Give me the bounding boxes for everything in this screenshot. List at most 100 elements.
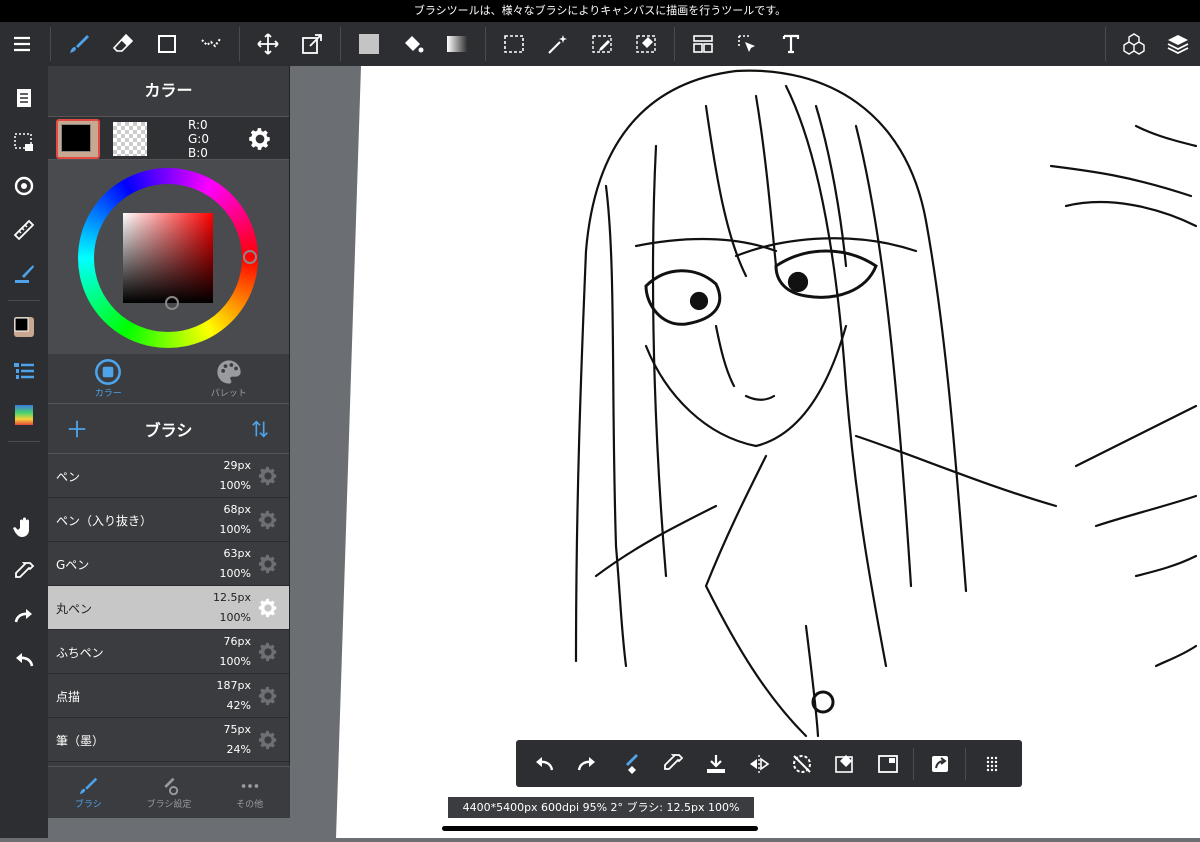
gradient-icon[interactable] <box>435 22 479 66</box>
flip-icon[interactable] <box>737 740 780 787</box>
tab-brush[interactable]: ブラシ <box>48 767 129 818</box>
menu-icon[interactable] <box>0 22 44 66</box>
brush-size: 187px <box>216 679 252 692</box>
select-eraser-icon[interactable] <box>823 740 866 787</box>
redo-icon[interactable] <box>565 740 608 787</box>
window-icon[interactable] <box>866 740 909 787</box>
tab-brush-label: ブラシ <box>74 800 102 810</box>
move-icon[interactable] <box>246 22 290 66</box>
undo-icon[interactable] <box>0 638 48 682</box>
palette-bar-icon[interactable] <box>0 393 48 437</box>
eraser-icon[interactable] <box>101 22 145 66</box>
brush-list-item[interactable]: Gペン 63px 100% <box>48 542 289 586</box>
add-brush-icon[interactable] <box>66 418 88 440</box>
brush-name: 筆（墨） <box>56 734 105 748</box>
brush-list-item[interactable]: 丸ペン 12.5px 100% <box>48 586 289 630</box>
bucket-icon[interactable] <box>391 22 435 66</box>
brush-list-item[interactable]: ペン 29px 100% <box>48 454 289 498</box>
redo-icon[interactable] <box>0 594 48 638</box>
select-move-icon[interactable] <box>725 22 769 66</box>
brush-gear-icon[interactable] <box>257 597 279 619</box>
divider <box>8 441 40 442</box>
brush-opacity: 100% <box>219 611 251 624</box>
tab-brush-settings[interactable]: ブラシ設定 <box>129 767 210 818</box>
rectangle-icon[interactable] <box>145 22 189 66</box>
eyedropper-icon[interactable] <box>0 550 48 594</box>
brush-size: 68px <box>223 503 252 516</box>
home-indicator[interactable] <box>442 826 758 831</box>
status-tip: ブラシツールは、様々なブラシによりキャンバスに描画を行うツールです。 <box>0 0 1200 22</box>
brush-opacity: 100% <box>219 523 251 536</box>
ruler-icon[interactable] <box>0 208 48 252</box>
eyedropper-icon[interactable] <box>651 740 694 787</box>
download-icon[interactable] <box>694 740 737 787</box>
divider <box>965 747 966 780</box>
divider <box>485 27 486 61</box>
divider <box>239 27 240 61</box>
transparent-swatch[interactable] <box>113 122 147 156</box>
sv-handle[interactable] <box>165 296 179 310</box>
brush-settings-icon <box>164 777 179 796</box>
brush-name: Gペン <box>56 558 90 572</box>
brush-gear-icon[interactable] <box>257 553 279 575</box>
brush-size: 76px <box>223 635 252 648</box>
drawing-canvas[interactable] <box>336 66 1200 838</box>
select-pen-icon[interactable] <box>580 22 624 66</box>
brush-gear-icon[interactable] <box>257 685 279 707</box>
fill-color-icon[interactable] <box>347 22 391 66</box>
brush-name: ふちペン <box>56 646 104 660</box>
hand-icon[interactable] <box>0 506 48 550</box>
brush-list-item[interactable]: 点描 187px 42% <box>48 674 289 718</box>
color-tab-icon <box>95 359 122 385</box>
brush-gear-icon[interactable] <box>257 509 279 531</box>
floating-toolbar <box>516 740 1022 787</box>
select-eraser-icon[interactable] <box>624 22 668 66</box>
rotate-reset-icon[interactable] <box>780 740 823 787</box>
brush-opacity: 100% <box>219 655 251 668</box>
layers-icon[interactable] <box>1156 22 1200 66</box>
brush-gear-icon[interactable] <box>257 729 279 751</box>
undo-icon[interactable] <box>522 740 565 787</box>
transform-icon[interactable] <box>290 22 334 66</box>
divider <box>913 747 914 780</box>
share-icon[interactable] <box>918 740 961 787</box>
brush-list-icon[interactable] <box>0 349 48 393</box>
brush-name: ペン（入り抜き） <box>56 514 153 528</box>
brush-opacity: 42% <box>226 699 251 712</box>
selection-icon[interactable] <box>0 120 48 164</box>
tab-color[interactable]: カラー <box>48 354 169 403</box>
select-rect-icon[interactable] <box>492 22 536 66</box>
magic-wand-icon[interactable] <box>536 22 580 66</box>
panel-layout-icon[interactable] <box>681 22 725 66</box>
brush-size: 63px <box>223 547 252 560</box>
brush-list-item[interactable]: ふちペン 76px 100% <box>48 630 289 674</box>
hue-handle[interactable] <box>243 250 257 264</box>
3d-icon[interactable] <box>1112 22 1156 66</box>
tab-palette[interactable]: パレット <box>169 354 290 403</box>
saturation-value-square[interactable] <box>123 213 213 303</box>
tab-color-label: カラー <box>94 389 122 399</box>
brush-gear-icon[interactable] <box>257 641 279 663</box>
brush-list-item[interactable]: 筆（墨） 75px 24% <box>48 718 289 762</box>
divider <box>50 27 51 61</box>
text-icon[interactable] <box>769 22 813 66</box>
color-row: R:0 G:0 B:0 <box>48 116 289 160</box>
brush-list-item[interactable]: ペン（入り抜き） 68px 100% <box>48 498 289 542</box>
tab-other[interactable]: その他 <box>209 767 290 818</box>
snap-brush-icon[interactable] <box>0 252 48 296</box>
brush-opacity: 100% <box>219 567 251 580</box>
brush-list: ペン 29px 100% ペン（入り抜き） 68px 100% Gペン 63px 100% 丸ペン… <box>48 454 289 762</box>
brush-eraser-toggle-icon[interactable] <box>608 740 651 787</box>
main-color-swatch[interactable] <box>56 119 100 159</box>
dot-icon[interactable] <box>189 22 233 66</box>
grid-dots-icon[interactable] <box>970 740 1013 787</box>
sort-icon[interactable] <box>249 418 271 440</box>
rotate-icon[interactable] <box>0 164 48 208</box>
color-swatch-icon[interactable] <box>0 305 48 349</box>
color-settings-gear-icon[interactable] <box>247 126 273 152</box>
divider <box>340 27 341 61</box>
document-icon[interactable] <box>0 76 48 120</box>
sketch-drawing <box>574 69 1198 738</box>
brush-gear-icon[interactable] <box>257 465 279 487</box>
brush-icon[interactable] <box>57 22 101 66</box>
